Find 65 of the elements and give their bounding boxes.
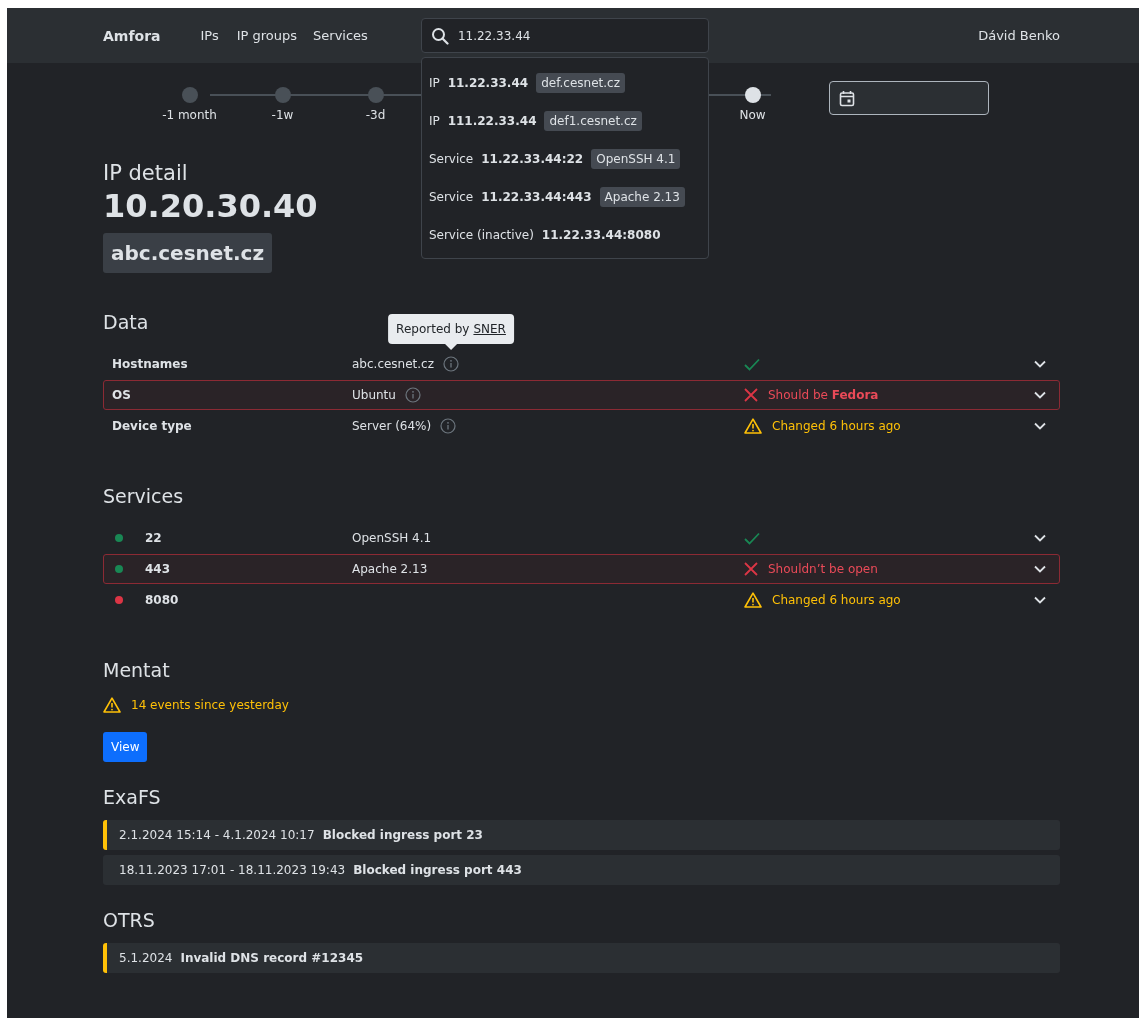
cross-icon [744,562,758,576]
row-value: Server (64%) [352,419,432,433]
status-text: Changed 6 hours ago [772,419,901,433]
brand-link[interactable]: Amfora [103,27,161,44]
chevron-down-icon[interactable] [1034,391,1046,399]
ip-address: 10.20.30.40 [103,187,318,225]
search-result[interactable]: IP 111.22.33.44 def1.cesnet.cz [421,102,708,140]
status-text: Shouldn’t be open [768,562,878,576]
row-label: OS [112,388,132,402]
timeline-label: -3d [365,108,386,122]
row-label: Hostnames [112,357,189,371]
chevron-down-icon[interactable] [1034,596,1046,604]
warning-icon [103,697,121,713]
info-icon[interactable] [404,387,421,403]
port-number: 8080 [145,593,179,607]
nav-link[interactable]: IP groups [236,28,298,43]
chevron-down-icon[interactable] [1034,360,1046,368]
section-title: OTRS [103,909,155,931]
info-icon[interactable] [443,356,460,372]
nav-link[interactable]: IPs [200,28,219,43]
search-result[interactable]: IP 11.22.33.44 def.cesnet.cz [421,64,708,102]
section-title: Mentat [103,659,170,681]
warning-text: 14 events since yesterday [131,698,289,712]
port-number: 22 [145,531,162,545]
status-text: Should be Fedora [768,388,879,402]
user-name[interactable]: Dávid Benko [978,28,1060,43]
port-number: 443 [145,562,171,576]
timeline-label: -1 month [162,108,217,122]
check-icon [744,531,760,545]
info-icon[interactable] [440,418,457,434]
row-label: Device type [112,419,193,433]
search-result[interactable]: Service 11.22.33.44:443 Apache 2.13 [421,178,708,216]
page-title: IP detail [103,161,188,185]
timeline-label: Now [739,108,766,122]
nav-link[interactable]: Services [313,28,368,43]
search-icon [430,27,449,45]
chevron-down-icon[interactable] [1034,534,1046,542]
warning-icon [744,418,762,434]
hostname-badge: abc.cesnet.cz [103,233,273,273]
tooltip-link[interactable]: SNER [473,322,506,336]
section-title: ExaFS [103,786,161,808]
date-field[interactable] [829,81,989,115]
chevron-down-icon[interactable] [1034,422,1046,430]
timeline-point[interactable] [744,87,761,103]
warning-icon [744,592,762,608]
view-button[interactable]: View [103,732,148,762]
service-name: OpenSSH 4.1 [352,531,432,545]
calendar-icon [839,89,855,107]
ticket-item[interactable]: 5.1.2024 Invalid DNS record #12345 [103,943,1060,973]
cross-icon [744,388,758,402]
row-value: Ubuntu [352,388,396,402]
search-result[interactable]: Service 11.22.33.44:22 OpenSSH 4.1 [421,140,708,178]
search-field[interactable]: 11.22.33.44 [420,18,709,53]
section-title: Data [103,311,149,333]
chevron-down-icon[interactable] [1034,565,1046,573]
event-item[interactable]: 18.11.2023 17:01 - 18.11.2023 19:43 Blocked ingress port 443 [103,855,1060,885]
search-result[interactable]: Service (inactive) 11.22.33.44:8080 [421,216,708,254]
tooltip-text: Reported by [396,322,470,336]
status-text: Changed 6 hours ago [772,593,901,607]
section-title: Services [103,485,184,507]
row-value: abc.cesnet.cz [352,357,435,371]
event-item[interactable]: 2.1.2024 15:14 - 4.1.2024 10:17 Blocked ingress port 23 [103,820,1060,850]
service-name: Apache 2.13 [352,562,428,576]
check-icon [744,357,760,371]
timeline-label: -1w [271,108,294,122]
